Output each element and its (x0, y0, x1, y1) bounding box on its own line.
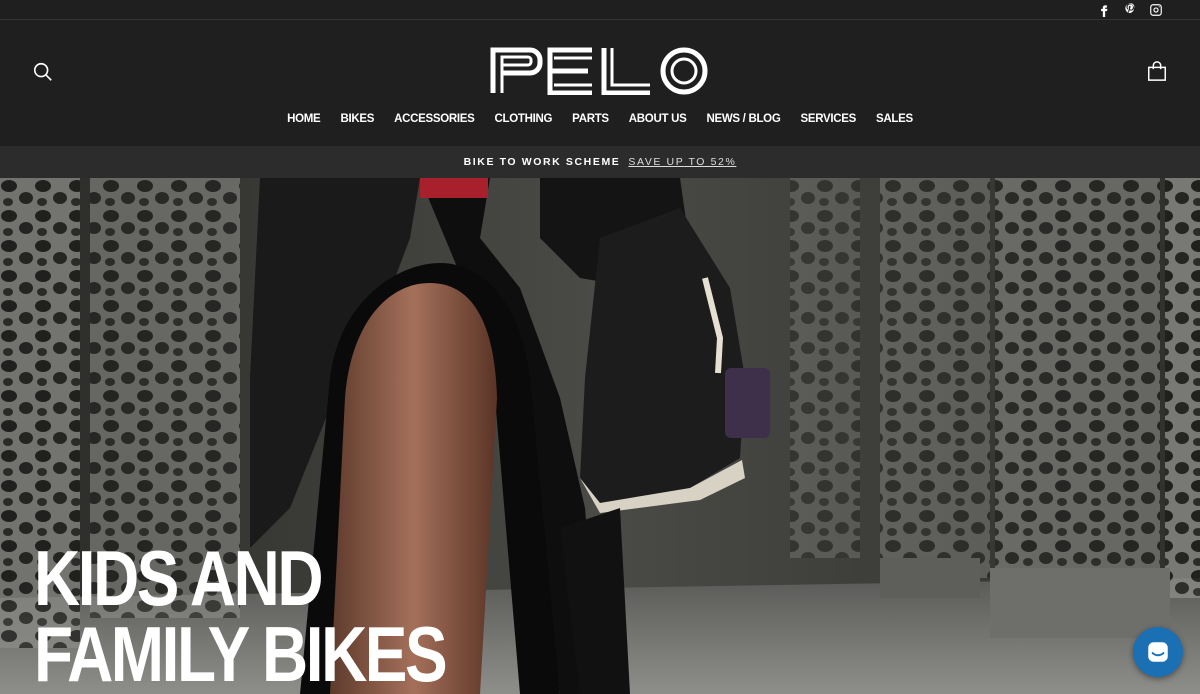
hero-banner[interactable]: KIDS AND FAMILY BIKES (0, 178, 1200, 694)
announcement-text: BIKE TO WORK SCHEME (463, 156, 621, 168)
nav-item-parts[interactable]: PARTS (562, 110, 619, 128)
site-header: HOME BIKES ACCESSORIES CLOTHING PARTS AB… (0, 20, 1200, 146)
hero-title: KIDS AND FAMILY BIKES (34, 534, 448, 694)
announcement-bar: BIKE TO WORK SCHEME SAVE UP TO 52% (0, 146, 1200, 178)
nav-item-home[interactable]: HOME (277, 110, 330, 128)
nav-item-sales[interactable]: SALES (866, 110, 923, 128)
logo[interactable] (490, 47, 710, 96)
nav-item-services[interactable]: SERVICES (790, 110, 866, 128)
nav-item-bikes[interactable]: BIKES (330, 110, 384, 128)
facebook-icon[interactable] (1096, 2, 1112, 18)
hero-title-line-1: KIDS AND (34, 534, 324, 622)
cart-icon[interactable] (1146, 60, 1168, 82)
nav-item-about-us[interactable]: ABOUT US (619, 110, 697, 128)
chat-icon (1148, 642, 1168, 662)
nav-item-accessories[interactable]: ACCESSORIES (384, 110, 484, 128)
hero-title-line-2: FAMILY BIKES (34, 610, 448, 694)
instagram-icon[interactable] (1148, 2, 1164, 18)
social-links (1096, 0, 1164, 20)
search-icon[interactable] (32, 61, 54, 83)
pinterest-icon[interactable] (1122, 2, 1138, 18)
announcement-link[interactable]: SAVE UP TO 52% (628, 156, 736, 168)
nav-item-news-blog[interactable]: NEWS / BLOG (696, 110, 790, 128)
top-bar (0, 0, 1200, 20)
nav-item-clothing[interactable]: CLOTHING (485, 110, 563, 128)
chat-launcher-button[interactable] (1133, 627, 1183, 677)
main-nav: HOME BIKES ACCESSORIES CLOTHING PARTS AB… (0, 110, 1200, 128)
